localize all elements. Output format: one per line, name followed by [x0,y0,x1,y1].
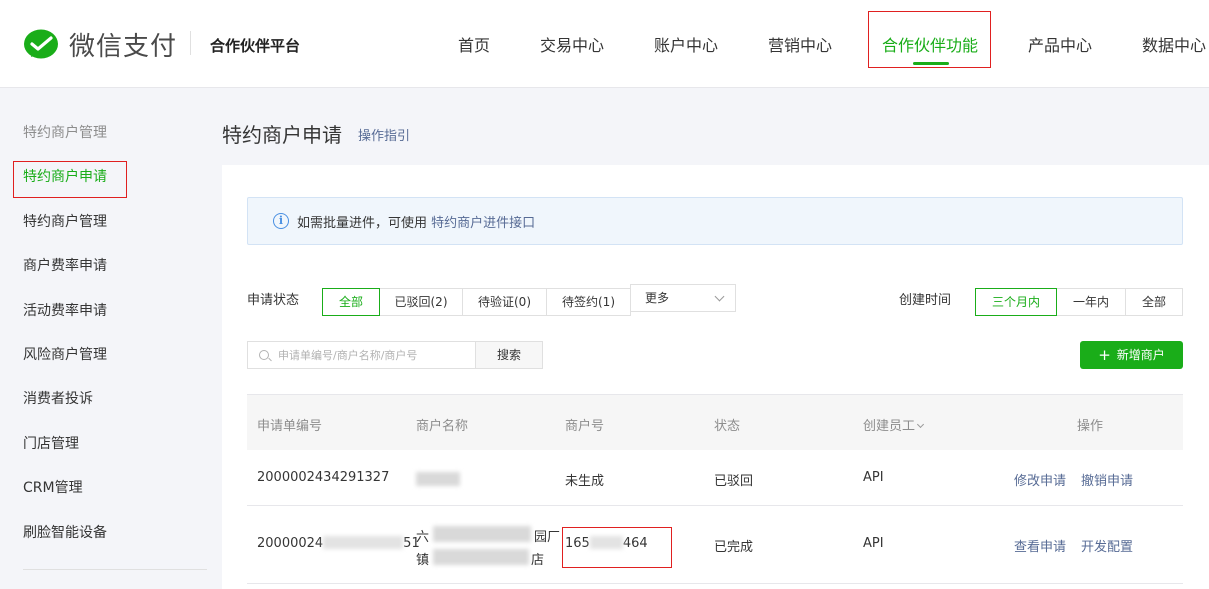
table-row: 20000024 51 六 园厂 镇 店 165 464 已完成 API 查看申请 … [247,506,1183,584]
search-button[interactable]: 搜索 [475,341,543,369]
time-filter-all[interactable]: 全部 [1125,288,1183,316]
status-filter-rejected[interactable]: 已驳回(2) [379,288,463,316]
col-creator[interactable]: 创建员工 [863,415,925,434]
operation-guide-link[interactable]: 操作指引 [358,125,410,144]
batch-notice: i 如需批量进件，可使用 特约商户进件接口 [247,197,1183,245]
cell-merchant-no: 未生成 [565,474,605,489]
cell-merchant-name-line1: 六 [416,530,430,545]
time-filter-label: 创建时间 [899,293,952,308]
plus-icon: + [1098,346,1111,364]
add-merchant-label: 新增商户 [1116,348,1165,362]
search-icon [259,350,269,360]
sidebar-divider [23,569,207,570]
search-box [247,341,476,369]
status-filter-pending-verify[interactable]: 待验证(0) [462,288,547,316]
nav-item-marketing[interactable]: 营销中心 [768,32,832,56]
cell-creator: API [863,470,884,485]
chevron-down-icon [714,291,725,302]
highlight-box-merchant-no [562,527,672,568]
search-input[interactable] [278,342,473,368]
cell-merchant-name-line2: 镇 [416,553,430,568]
add-merchant-button[interactable]: + 新增商户 [1080,341,1183,369]
sidebar-item-fee-apply[interactable]: 商户费率申请 [23,255,107,275]
sidebar-group-title: 特约商户管理 [23,125,107,141]
col-creator-label: 创建员工 [863,419,916,434]
application-id-redacted [323,536,404,549]
revoke-application-link[interactable]: 撤销申请 [1081,470,1133,489]
view-application-link[interactable]: 查看申请 [1014,536,1066,555]
dev-config-link[interactable]: 开发配置 [1081,536,1133,555]
cell-merchant-name-redacted [416,472,460,486]
time-filter-three-months[interactable]: 三个月内 [975,288,1057,316]
col-application-id: 申请单编号 [257,419,323,434]
sidebar-item-face-device[interactable]: 刷脸智能设备 [23,522,107,542]
logo-divider [190,31,191,55]
nav-item-home[interactable]: 首页 [458,32,490,56]
sidebar-item-crm[interactable]: CRM管理 [23,477,83,497]
wechat-pay-logo[interactable]: 微信支付 [23,26,177,63]
sidebar-item-store[interactable]: 门店管理 [23,433,79,453]
more-status-label: 更多 [645,291,670,305]
info-icon: i [273,213,289,229]
modify-application-link[interactable]: 修改申请 [1014,470,1066,489]
cell-status: 已驳回 [714,474,754,489]
table-row: 2000002434291327 未生成 已驳回 API 修改申请 撤销申请 [247,450,1183,506]
top-header: 微信支付 合作伙伴平台 首页 交易中心 账户中心 营销中心 合作伙伴功能 产品中… [0,0,1209,88]
nav-item-trade[interactable]: 交易中心 [540,32,604,56]
cell-application-id: 2000002434291327 [257,470,390,485]
nav-item-account[interactable]: 账户中心 [654,32,718,56]
status-filter-pending-sign[interactable]: 待签约(1) [546,288,631,316]
col-actions: 操作 [1077,419,1104,434]
wechat-pay-logo-icon [23,28,61,62]
chevron-down-icon [916,420,925,429]
application-id-head: 20000024 [257,536,324,551]
col-merchant-name: 商户名称 [416,419,469,434]
time-filter-one-year[interactable]: 一年内 [1056,288,1126,316]
logo-text: 微信支付 [69,32,178,62]
more-status-dropdown[interactable]: 更多 [630,284,736,312]
nav-item-data[interactable]: 数据中心 [1142,32,1206,56]
table-header: 申请单编号 商户名称 商户号 状态 创建员工 操作 [247,394,1183,450]
cell-merchant-name-line2-end: 店 [531,553,545,568]
cell-merchant-name-line1-end: 园厂 [534,530,561,545]
col-status: 状态 [714,419,741,434]
sidebar-item-activity-fee[interactable]: 活动费率申请 [23,300,107,320]
sidebar-item-complaints[interactable]: 消费者投诉 [23,388,93,408]
page-title: 特约商户申请 [222,123,342,147]
merchant-name-redacted-2 [433,549,529,565]
cell-creator: API [863,536,884,551]
merchant-name-redacted-1 [433,526,531,542]
highlight-box-sidebar [13,161,127,198]
merchant-api-link[interactable]: 特约商户进件接口 [431,216,535,231]
notice-text: 如需批量进件，可使用 特约商户进件接口 [297,212,535,231]
main-card: i 如需批量进件，可使用 特约商户进件接口 申请状态 全部 已驳回(2) 待验证… [222,165,1209,589]
sidebar-item-merchant-manage[interactable]: 特约商户管理 [23,211,107,231]
nav-item-product[interactable]: 产品中心 [1028,32,1092,56]
notice-message: 如需批量进件，可使用 [297,216,428,231]
highlight-box-nav [868,11,991,68]
col-merchant-no: 商户号 [565,419,605,434]
cell-application-id: 20000024 51 [257,536,420,551]
sidebar-item-risk-merchant[interactable]: 风险商户管理 [23,344,107,364]
platform-name: 合作伙伴平台 [210,37,301,55]
status-filter-label: 申请状态 [247,293,300,308]
status-filter-all[interactable]: 全部 [322,288,380,316]
cell-status: 已完成 [714,540,754,555]
